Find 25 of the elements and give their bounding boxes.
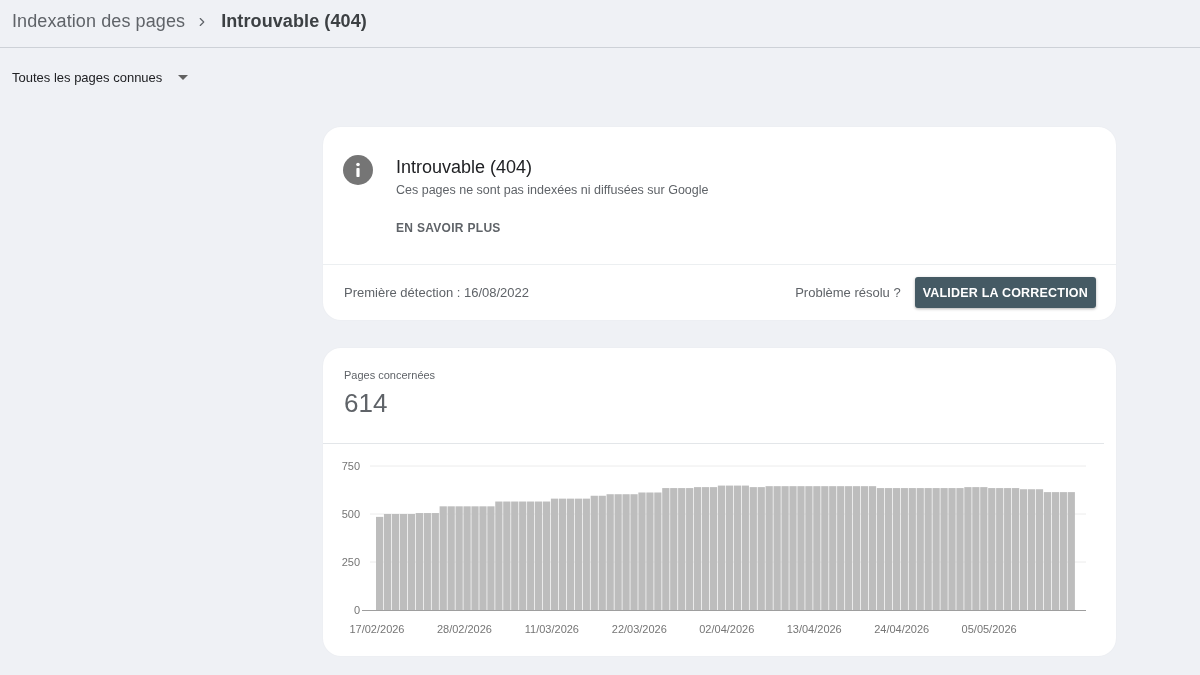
axis-label: 250 (341, 556, 360, 568)
axis-label: 17/02/2026 (349, 623, 405, 635)
resolved-question: Problème résolu ? (795, 285, 901, 300)
axis-label: 500 (341, 508, 360, 520)
validate-fix-button[interactable]: VALIDER LA CORRECTION (914, 277, 1096, 308)
issue-description: Ces pages ne sont pas indexées ni diffusées sur Google (396, 183, 709, 197)
stat-label: Pages concernées (344, 369, 436, 381)
stat-value: 614 (344, 388, 388, 419)
axis-label: 13/04/2026 (786, 623, 842, 635)
axis-label: 02/04/2026 (699, 623, 755, 635)
axis-label: 11/03/2026 (524, 623, 579, 635)
breadcrumb-current: Introuvable (404) (221, 11, 367, 32)
axis-label: 28/02/2026 (436, 623, 492, 635)
axis-label: 05/05/2026 (961, 623, 1017, 635)
first-detected-text: Première détection : 16/08/2022 (344, 285, 529, 300)
learn-more-link[interactable]: EN SAVOIR PLUS (396, 221, 501, 235)
breadcrumb-link[interactable]: Indexation des pages (12, 11, 186, 32)
axis-label: 750 (341, 460, 360, 472)
axis-label: 0 (353, 604, 360, 616)
caret-icon (178, 74, 189, 80)
filter-dropdown[interactable]: Toutes les pages connues (12, 69, 189, 85)
axis-label: 22/03/2026 (611, 623, 667, 635)
axis-label: 24/04/2026 (874, 623, 930, 635)
info-icon (343, 155, 373, 185)
issue-title: Introuvable (404) (396, 156, 534, 179)
